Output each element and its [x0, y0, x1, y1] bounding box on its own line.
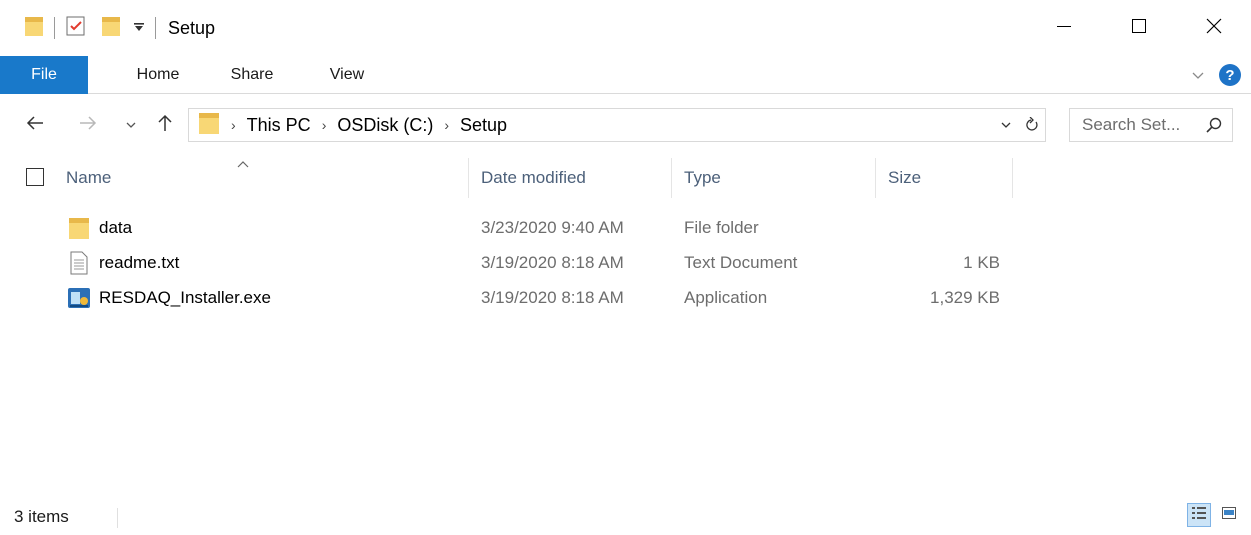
- large-icons-view-icon: [1221, 505, 1237, 526]
- forward-button[interactable]: [76, 110, 100, 140]
- file-row[interactable]: readme.txt 3/19/2020 8:18 AM Text Docume…: [0, 245, 1251, 280]
- folder-icon: [66, 215, 92, 241]
- file-name-cell: data: [66, 210, 132, 245]
- minimize-icon: [1056, 18, 1072, 39]
- tab-home[interactable]: Home: [118, 56, 198, 94]
- status-bar: 3 items: [0, 500, 1251, 535]
- file-name: data: [99, 217, 133, 237]
- file-size: 1 KB: [963, 252, 1000, 272]
- file-row[interactable]: data 3/23/2020 9:40 AM File folder: [0, 210, 1251, 245]
- column-divider[interactable]: [1012, 158, 1013, 198]
- refresh-icon[interactable]: [1019, 117, 1045, 133]
- search-placeholder: Search Set...: [1082, 115, 1181, 134]
- properties-icon[interactable]: [65, 15, 87, 42]
- breadcrumb-separator: ›: [444, 117, 450, 133]
- back-button[interactable]: [22, 110, 48, 140]
- breadcrumb-osdisk[interactable]: OSDisk (C:): [337, 115, 433, 136]
- file-type: Application: [684, 287, 768, 307]
- quick-access-toolbar: Setup: [0, 0, 215, 56]
- tab-view[interactable]: View: [307, 56, 387, 94]
- large-icons-view-button[interactable]: [1217, 503, 1241, 527]
- ribbon-tabs: File Home Share View ?: [0, 56, 1251, 94]
- ribbon-right: ?: [1191, 56, 1241, 94]
- file-row[interactable]: RESDAQ_Installer.exe 3/19/2020 8:18 AM A…: [0, 280, 1251, 315]
- expand-ribbon-icon[interactable]: [1191, 65, 1205, 85]
- status-divider: [117, 508, 118, 528]
- recent-locations-button[interactable]: [121, 110, 141, 140]
- file-date: 3/23/2020 9:40 AM: [481, 217, 624, 237]
- minimize-button[interactable]: [1026, 0, 1101, 56]
- breadcrumb-separator: ›: [321, 117, 327, 133]
- address-bar[interactable]: › This PC › OSDisk (C:) › Setup: [188, 108, 1046, 142]
- column-headers: Name Date modified Type Size: [0, 156, 1251, 200]
- help-icon[interactable]: ?: [1219, 64, 1241, 86]
- file-name: RESDAQ_Installer.exe: [99, 287, 271, 307]
- file-type: File folder: [684, 217, 759, 237]
- window-controls: [1026, 0, 1251, 56]
- item-count: 3 items: [14, 507, 69, 526]
- view-switcher: [1187, 503, 1241, 527]
- breadcrumb-setup[interactable]: Setup: [460, 115, 507, 136]
- toolbar-separator: [54, 17, 55, 39]
- maximize-icon: [1131, 18, 1147, 39]
- column-header-type[interactable]: Type: [672, 156, 875, 200]
- window-title: Setup: [168, 17, 216, 38]
- up-button[interactable]: [154, 110, 176, 140]
- new-folder-icon[interactable]: [101, 15, 121, 42]
- breadcrumb-separator: ›: [231, 117, 236, 133]
- details-view-button[interactable]: [1187, 503, 1211, 527]
- maximize-button[interactable]: [1101, 0, 1176, 56]
- file-size: 1,329 KB: [930, 287, 1000, 307]
- up-arrow-icon: [157, 114, 173, 137]
- folder-icon: [24, 15, 44, 42]
- folder-icon: [198, 111, 220, 140]
- toolbar-separator: [155, 17, 156, 39]
- chevron-down-icon: [125, 115, 137, 135]
- address-dropdown-button[interactable]: [993, 120, 1019, 130]
- address-controls: [993, 109, 1045, 141]
- customize-toolbar-icon[interactable]: [133, 18, 145, 38]
- installer-icon: [66, 285, 92, 311]
- close-icon: [1206, 18, 1222, 39]
- tab-file[interactable]: File: [0, 56, 88, 94]
- file-date: 3/19/2020 8:18 AM: [481, 287, 624, 307]
- text-file-icon: [66, 250, 92, 276]
- forward-arrow-icon: [79, 115, 97, 136]
- search-icon: [1206, 117, 1222, 138]
- column-header-size[interactable]: Size: [876, 156, 1012, 200]
- file-name-cell: RESDAQ_Installer.exe: [66, 280, 271, 315]
- file-size: [880, 210, 1000, 245]
- close-button[interactable]: [1176, 0, 1251, 56]
- file-date: 3/19/2020 8:18 AM: [481, 252, 624, 272]
- select-all-checkbox[interactable]: [26, 168, 44, 186]
- file-name-cell: readme.txt: [66, 245, 179, 280]
- title-bar: Setup: [0, 0, 1251, 56]
- tab-share[interactable]: Share: [212, 56, 292, 94]
- column-header-date-modified[interactable]: Date modified: [469, 156, 671, 200]
- address-row: › This PC › OSDisk (C:) › Setup Search S…: [0, 96, 1251, 154]
- back-arrow-icon: [26, 115, 44, 136]
- search-input[interactable]: Search Set...: [1069, 108, 1233, 142]
- breadcrumb-this-pc[interactable]: This PC: [247, 115, 311, 136]
- details-view-icon: [1191, 505, 1207, 526]
- column-header-name[interactable]: Name: [54, 156, 468, 200]
- file-name: readme.txt: [99, 252, 180, 272]
- file-type: Text Document: [684, 252, 798, 272]
